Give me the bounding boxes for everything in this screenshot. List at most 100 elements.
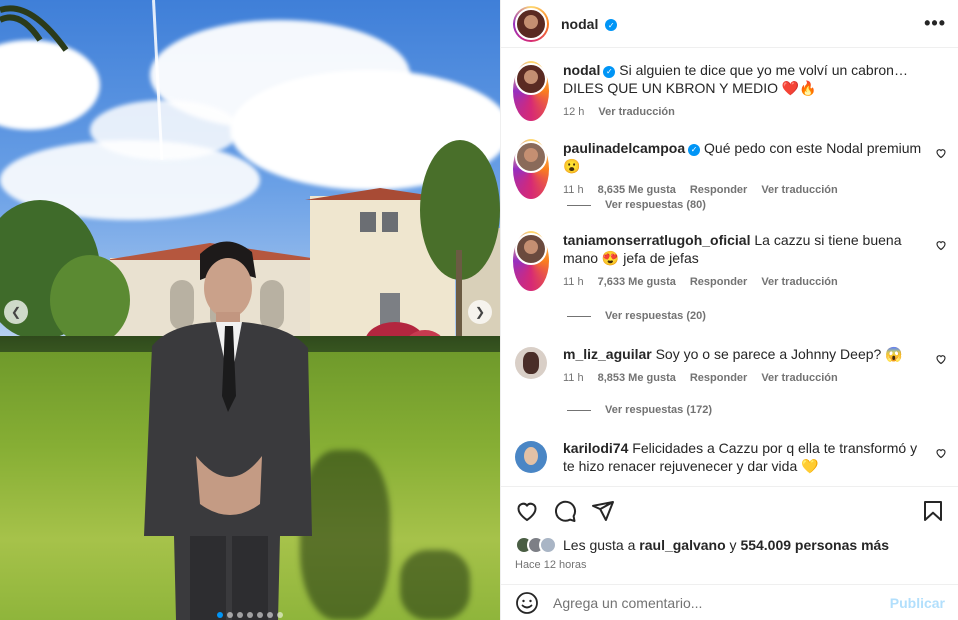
comment-username[interactable]: paulinadelcampoa bbox=[563, 140, 685, 156]
reply-button[interactable]: Responder bbox=[690, 369, 747, 387]
view-replies-button[interactable]: Ver respuestas (80) bbox=[567, 199, 706, 211]
comment-line: taniamonserratlugoh_oficial La cazzu si … bbox=[563, 231, 925, 267]
prev-photo-button[interactable]: ❮ bbox=[4, 300, 28, 324]
comment-body: karilodi74 Felicidades a Cazzu por q ell… bbox=[563, 439, 947, 475]
view-replies-label: Ver respuestas (20) bbox=[605, 310, 706, 322]
avatar-image bbox=[523, 352, 539, 374]
comment-icon[interactable] bbox=[553, 499, 577, 523]
carousel-dot bbox=[227, 612, 233, 618]
likes-others-count[interactable]: 554.009 personas más bbox=[740, 537, 889, 553]
comment-username[interactable]: taniamonserratlugoh_oficial bbox=[563, 232, 750, 248]
comment-username[interactable]: karilodi74 bbox=[563, 440, 628, 456]
comment-time: 11 h bbox=[563, 276, 584, 288]
translate-link[interactable]: Ver traducción bbox=[761, 273, 837, 291]
comment-meta: 11 h 8,853 Me gusta Responder Ver traduc… bbox=[563, 369, 925, 387]
post-date: Hace 12 horas bbox=[515, 559, 587, 571]
comment-body: paulinadelcampoa ✓ Qué pedo con este Noda… bbox=[563, 139, 947, 199]
view-replies-button[interactable]: Ver respuestas (20) bbox=[567, 310, 706, 322]
action-icons bbox=[501, 487, 958, 535]
comment-meta: 11 h 7,633 Me gusta Responder Ver traduc… bbox=[563, 273, 925, 291]
liker-avatar bbox=[539, 536, 557, 554]
comment-like-heart-icon[interactable] bbox=[935, 147, 947, 159]
comment-like-heart-icon[interactable] bbox=[935, 239, 947, 251]
caption-avatar[interactable] bbox=[513, 61, 549, 121]
verified-icon: ✓ bbox=[605, 19, 618, 31]
shadow bbox=[400, 550, 470, 620]
likes-prefix: Les gusta a bbox=[563, 537, 636, 553]
comments-list[interactable]: nodal ✓ Si alguien te dice que yo me volv… bbox=[501, 49, 958, 487]
palm-tree bbox=[0, 5, 69, 52]
carousel-dot bbox=[247, 612, 253, 618]
caption-time: 12 h bbox=[563, 106, 585, 118]
carousel-dot bbox=[277, 612, 283, 618]
reply-button[interactable]: Responder bbox=[690, 273, 747, 291]
cloud bbox=[90, 100, 240, 160]
comment-username[interactable]: m_liz_aguilar bbox=[563, 346, 652, 362]
next-photo-button[interactable]: ❯ bbox=[468, 300, 492, 324]
comment-like-heart-icon[interactable] bbox=[935, 447, 947, 459]
post-side-panel: nodal ✓ ••• nodal ✓ Si alguien te dice qu… bbox=[500, 0, 958, 620]
emoji-icon[interactable] bbox=[515, 591, 539, 615]
comment: paulinadelcampoa ✓ Qué pedo con este Noda… bbox=[513, 139, 947, 199]
avatar-image bbox=[524, 447, 538, 465]
chevron-left-icon: ❮ bbox=[10, 305, 22, 319]
caption-translate-link[interactable]: Ver traducción bbox=[598, 103, 674, 121]
caption-line-2: DILES QUE UN KBRON Y MEDIO ❤️🔥 bbox=[563, 80, 817, 96]
share-icon[interactable] bbox=[591, 499, 615, 523]
likes-summary: Les gusta a raul_galvano y 554.009 perso… bbox=[501, 535, 958, 555]
commenter-avatar[interactable] bbox=[515, 347, 547, 379]
reply-button[interactable]: Responder bbox=[690, 181, 747, 199]
caption-line-1: nodal ✓ Si alguien te dice que yo me volv… bbox=[563, 61, 947, 79]
post-actions: Les gusta a raul_galvano y 554.009 perso… bbox=[501, 486, 958, 571]
carousel-dot bbox=[267, 612, 273, 618]
comment-line: m_liz_aguilar Soy yo o se parece a Johnn… bbox=[563, 345, 925, 363]
avatar-image bbox=[515, 63, 547, 95]
view-replies-button[interactable]: Ver respuestas (172) bbox=[567, 404, 712, 416]
comment-likes[interactable]: 7,633 Me gusta bbox=[598, 273, 676, 291]
comment-like-heart-icon[interactable] bbox=[935, 353, 947, 365]
comment-body: taniamonserratlugoh_oficial La cazzu si … bbox=[563, 231, 947, 291]
comment-body: m_liz_aguilar Soy yo o se parece a Johnn… bbox=[563, 345, 947, 387]
avatar-image bbox=[515, 7, 547, 40]
chevron-right-icon: ❯ bbox=[474, 305, 486, 319]
translate-link[interactable]: Ver traducción bbox=[761, 181, 837, 199]
caption-meta: 12 h Ver traducción bbox=[563, 103, 947, 121]
author-name-wrap: nodal ✓ bbox=[561, 16, 618, 32]
comment-likes[interactable]: 8,853 Me gusta bbox=[598, 369, 676, 387]
comment: m_liz_aguilar Soy yo o se parece a Johnn… bbox=[513, 345, 947, 387]
comment-time: 11 h bbox=[563, 372, 584, 384]
author-username[interactable]: nodal bbox=[561, 16, 598, 32]
verified-icon: ✓ bbox=[603, 66, 616, 78]
comment-input[interactable] bbox=[553, 594, 890, 611]
caption: nodal ✓ Si alguien te dice que yo me volv… bbox=[513, 61, 947, 121]
comment-text: Soy yo o se parece a Johnny Deep? 😱 bbox=[655, 346, 903, 362]
comment: taniamonserratlugoh_oficial La cazzu si … bbox=[513, 231, 947, 291]
likes-connector: y bbox=[729, 537, 737, 553]
bookmark-icon[interactable] bbox=[921, 499, 945, 523]
avatar-image bbox=[515, 233, 547, 265]
comment-composer: Publicar bbox=[501, 584, 958, 620]
carousel-dot bbox=[217, 612, 223, 618]
comment-meta: 11 h 8,635 Me gusta Responder Ver traduc… bbox=[563, 181, 925, 199]
commenter-avatar[interactable] bbox=[515, 441, 547, 473]
heart-icon[interactable] bbox=[515, 499, 539, 523]
verified-icon: ✓ bbox=[688, 144, 701, 156]
carousel-dots bbox=[0, 612, 500, 618]
author-avatar[interactable] bbox=[513, 5, 549, 42]
translate-link[interactable]: Ver traducción bbox=[761, 369, 837, 387]
caption-username[interactable]: nodal bbox=[563, 62, 600, 78]
liker-username[interactable]: raul_galvano bbox=[639, 537, 725, 553]
commenter-avatar[interactable] bbox=[513, 231, 549, 291]
view-replies-label: Ver respuestas (80) bbox=[605, 199, 706, 211]
publish-button[interactable]: Publicar bbox=[890, 595, 945, 611]
view-replies-label: Ver respuestas (172) bbox=[605, 404, 713, 416]
post-photo[interactable]: ❮ ❯ bbox=[0, 0, 500, 620]
comment-line: karilodi74 Felicidades a Cazzu por q ell… bbox=[563, 439, 925, 475]
comment-likes[interactable]: 8,635 Me gusta bbox=[598, 181, 676, 199]
likes-text: Les gusta a raul_galvano y 554.009 perso… bbox=[563, 537, 889, 553]
commenter-avatar[interactable] bbox=[513, 139, 549, 199]
comment-time: 11 h bbox=[563, 184, 584, 196]
comment-line: paulinadelcampoa ✓ Qué pedo con este Noda… bbox=[563, 139, 925, 175]
more-options-button[interactable]: ••• bbox=[924, 13, 946, 34]
carousel-dot bbox=[257, 612, 263, 618]
